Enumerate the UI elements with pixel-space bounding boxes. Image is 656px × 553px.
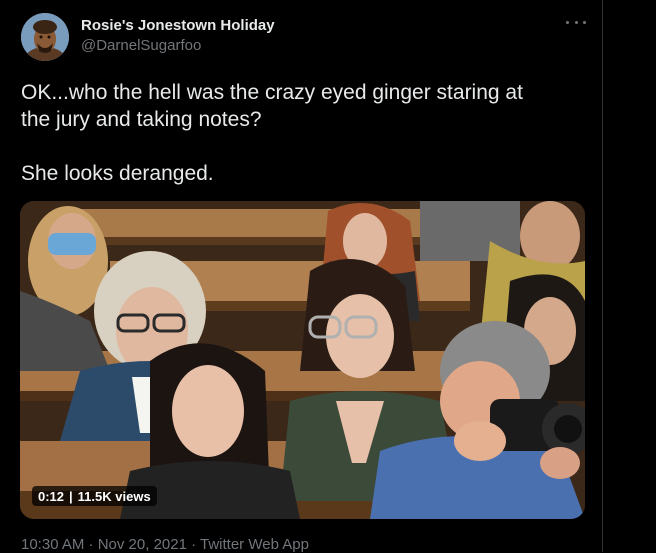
display-name[interactable]: Rosie's Jonestown Holiday [81,17,275,35]
video-stats-badge: 0:12 | 11.5K views [32,486,157,506]
avatar[interactable] [21,13,69,61]
user-handle[interactable]: @DarnelSugarfoo [81,36,275,56]
more-horizontal-icon[interactable] [566,16,586,28]
video-player[interactable] [20,201,585,519]
video-duration: 0:12 [38,488,65,504]
timeline-border [602,0,603,552]
separator: | [69,488,73,504]
tweet-timestamp[interactable]: 10:30 AM · Nov 20, 2021 · Twitter Web Ap… [21,536,309,553]
tweet-text: OK...who the hell was the crazy eyed gin… [21,81,523,185]
tweet-header: Rosie's Jonestown Holiday @DarnelSugarfo… [21,13,275,61]
view-count: 11.5K views [77,488,151,504]
video-frame [20,201,585,519]
